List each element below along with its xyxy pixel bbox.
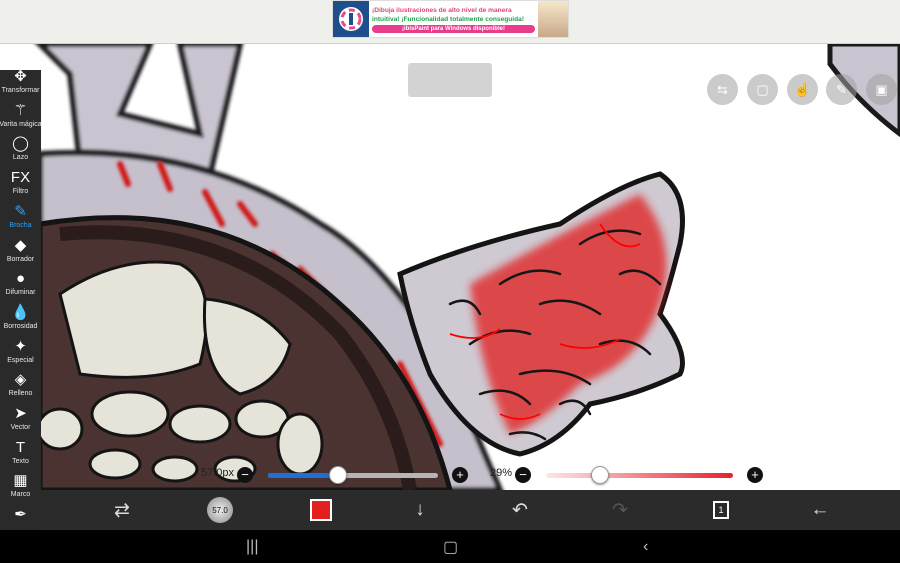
cursor-icon: ➤ [14,405,27,422]
tool-label: Lazo [12,154,29,162]
canvas-title-placeholder[interactable] [408,63,492,97]
tool-label: Especial [7,356,34,364]
layers-button[interactable]: 1 [706,490,736,530]
brush-eraser-swap-icon[interactable]: ⇄ [107,490,137,530]
recent-apps-icon[interactable]: ||| [246,530,258,563]
eyedropper-icon: ✒ [14,506,27,524]
ad-cta-button[interactable]: ¡ibisPaint para Windows disponible! [372,24,535,33]
system-nav-bar: ||| ▢ ‹ [0,530,900,563]
tool-varita-mágica[interactable]: ⚚ Varita mágica [0,101,42,136]
undo-icon[interactable]: ↶ [505,490,535,530]
ibispaint-app: ¡Dibuja ilustraciones de alto nivel de m… [0,0,900,563]
tool-label: Difuminar [5,289,36,297]
touch-hand-icon[interactable]: ☝ [787,74,818,105]
brush-size-increase-button[interactable]: + [452,467,468,483]
frame-icon: ▦ [13,472,28,490]
ad-bar: ¡Dibuja ilustraciones de alto nivel de m… [0,0,900,44]
pen-stabilizer-icon[interactable]: ✎ [826,74,857,105]
tool-brocha[interactable]: ✎ Brocha [0,203,41,237]
tool-texto[interactable]: T Texto [0,439,41,473]
blur-icon: ● [15,270,26,288]
ad-text: ¡Dibuja ilustraciones de alto nivel de m… [369,5,538,34]
tool-label: Vector [10,424,31,431]
layer-count: 1 [713,501,729,519]
lasso-icon: ◯ [12,135,29,153]
current-color-swatch [310,499,332,521]
ad-line-1: ¡Dibuja ilustraciones de alto nivel de m… [372,6,512,14]
drop-icon: 💧 [11,303,30,321]
sparkle-icon: ✦ [14,337,27,355]
move-icon: ✥ [14,68,27,85]
tool-borrador[interactable]: ◆ Borrador [0,237,41,271]
brush-size-value: 57.0px [201,467,235,479]
tool-label: Borrosidad [3,322,38,330]
brush-size-fill [268,473,338,478]
tool-label: Filtro [12,188,29,196]
back-nav-icon[interactable]: ‹ [643,530,648,563]
brush-size-decrease-button[interactable]: − [237,467,253,483]
tool-vector[interactable]: ➤ Vector [0,405,41,439]
brush-size-label: 57.0 [207,497,233,523]
toggle-ui-icon[interactable]: ⇆ [707,74,738,105]
opacity-track[interactable] [546,473,733,478]
text-icon: T [15,438,26,456]
eraser-icon: ◆ [14,236,27,254]
tool-relleno[interactable]: ◈ Relleno [0,371,41,405]
redo-icon[interactable]: ↷ [605,490,635,530]
brush-size-button[interactable]: 57.0 [205,490,235,530]
tool-transformar[interactable]: ✥ Transformar [0,68,41,102]
brush-icon: ✎ [14,202,27,220]
ad-banner[interactable]: ¡Dibuja ilustraciones de alto nivel de m… [332,0,569,38]
reference-image-icon[interactable]: ▣ [866,74,897,105]
bottom-toolbar: ⇄ 57.0 ↓ ↶ ↷ 1 ← [41,490,900,530]
tool-filtro[interactable]: FX Filtro [0,169,41,203]
ad-line-2: intuitiva! ¡Funcionalidad totalmente con… [372,15,525,23]
color-picker-button[interactable] [307,490,335,530]
tool-label: Brocha [9,221,32,229]
brush-size-thumb[interactable] [328,466,347,484]
ad-character-image [538,1,568,37]
opacity-value: 29% [490,467,513,479]
ibispaint-logo-icon [333,1,369,37]
opacity-increase-button[interactable]: + [747,467,763,483]
tool-sidebar: ✥ Transformar ⚚ Varita mágica ◯ Lazo FX Filtro ✎… [0,68,42,530]
bucket-icon: ◈ [14,371,27,389]
layer-preview-icon[interactable]: ▢ [747,74,778,105]
back-arrow-icon[interactable]: ← [805,490,835,530]
drawing-canvas[interactable] [0,44,900,490]
tool-especial[interactable]: ✦ Especial [0,338,41,372]
opacity-decrease-button[interactable]: − [515,467,531,483]
tool-marco[interactable]: ▦ Marco [0,472,41,506]
fx-icon: FX [10,169,31,187]
tool-label: Transformar [1,87,40,94]
tool-label: Marco [10,491,31,499]
tool-difuminar[interactable]: ● Difuminar [0,270,41,304]
home-icon[interactable]: ▢ [443,530,458,563]
tool-borrosidad[interactable]: 💧 Borrosidad [0,304,41,338]
tool-label: Texto [12,457,29,465]
magic-wand-icon: ⚚ [13,101,28,119]
tool-label: Borrador [6,255,35,263]
tool-label: Varita mágica [0,120,42,128]
down-arrow-icon[interactable]: ↓ [405,490,435,530]
tool-lazo[interactable]: ◯ Lazo [0,135,41,169]
tool-label: Relleno [8,390,33,398]
